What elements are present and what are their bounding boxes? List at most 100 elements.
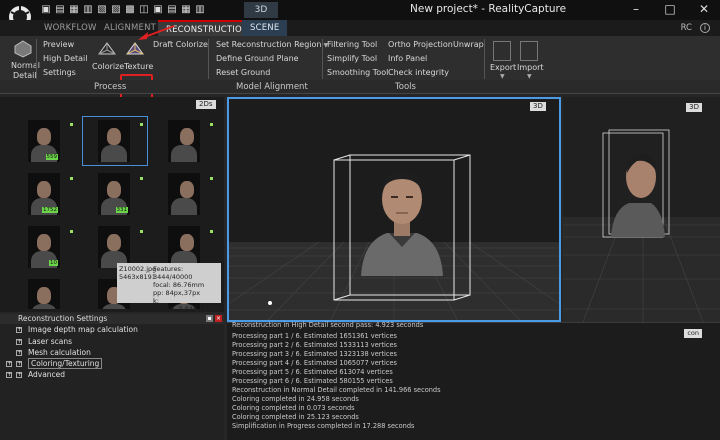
thumb-feature-badge: 10: [49, 260, 58, 266]
minimize-icon[interactable]: –: [628, 2, 644, 16]
image-thumb[interactable]: [168, 173, 200, 215]
expand-icon[interactable]: +: [6, 372, 12, 378]
thumb-feature-badge: 1752: [42, 207, 58, 213]
console-line: Processing part 4 / 6. Estimated 1065077…: [232, 359, 397, 367]
layout-4-icon[interactable]: ▨: [110, 4, 122, 16]
export-dropdown-icon[interactable]: ▼: [500, 73, 505, 80]
set-region-button[interactable]: Set Reconstruction Region ▼: [216, 40, 328, 49]
expand-icon[interactable]: +: [16, 350, 22, 356]
layout-1-icon[interactable]: ▦: [68, 4, 80, 16]
image-thumb[interactable]: 10: [28, 226, 60, 268]
simplify-tool-button[interactable]: Simplify Tool: [327, 54, 377, 63]
tooltip-pp: pp: 84px,37px: [153, 289, 201, 297]
user-initials[interactable]: RC: [681, 23, 692, 33]
layout-5-icon[interactable]: ▩: [124, 4, 136, 16]
expand-icon[interactable]: +: [16, 327, 22, 333]
console-line: Reconstruction in High Detail second pas…: [232, 321, 424, 329]
import-icon[interactable]: [520, 41, 538, 61]
settings-row[interactable]: + Laser scans: [10, 337, 72, 347]
colorize-icon[interactable]: [96, 40, 118, 60]
smoothing-tool-button[interactable]: Smoothing Tool: [327, 68, 388, 77]
gizmo-point[interactable]: [268, 301, 272, 305]
reconstruction-region-box[interactable]: [332, 154, 472, 314]
image-thumb[interactable]: [168, 120, 200, 162]
console-line: Coloring completed in 24.958 seconds: [232, 395, 359, 403]
import-button[interactable]: Import: [517, 63, 544, 72]
export-icon[interactable]: [493, 41, 511, 61]
tab-workflow[interactable]: WORKFLOW: [44, 20, 97, 36]
texture-button[interactable]: Texture: [124, 62, 153, 71]
define-ground-plane-button[interactable]: Define Ground Plane: [216, 54, 299, 63]
status-dot: [70, 123, 73, 126]
layout-8-icon[interactable]: ▤: [166, 4, 178, 16]
check-integrity-button[interactable]: Check integrity: [388, 68, 449, 77]
settings-row-coloring[interactable]: + + Coloring/Texturing: [0, 358, 103, 369]
settings-row[interactable]: + Mesh calculation: [10, 348, 91, 358]
settings-row-label: Laser scans: [28, 337, 73, 346]
expand-icon[interactable]: +: [6, 361, 12, 367]
layout-7-icon[interactable]: ▣: [152, 4, 164, 16]
settings-row-label: Image depth map calculation: [28, 325, 138, 334]
export-button[interactable]: Export: [490, 63, 516, 72]
draft-colorize-button[interactable]: Draft Colorize: [153, 40, 208, 49]
save-icon[interactable]: ▣: [40, 4, 52, 16]
tooltip-image-name: Z10002.jpg: [119, 265, 157, 273]
settings-row[interactable]: + Image depth map calculation: [10, 325, 138, 335]
import-dropdown-icon[interactable]: ▼: [527, 73, 532, 80]
viewport-3d-badge[interactable]: 3D: [530, 102, 546, 111]
window-title: New project* - RealityCapture: [410, 3, 567, 15]
main-3d-viewport[interactable]: 3D: [227, 97, 561, 322]
expand-icon[interactable]: +: [16, 361, 22, 367]
image-thumb[interactable]: [168, 226, 200, 268]
filtering-tool-button[interactable]: Filtering Tool: [327, 40, 377, 49]
image-thumb[interactable]: 331: [98, 173, 130, 215]
images-2ds-badge[interactable]: 2Ds: [196, 100, 216, 109]
info-panel-button[interactable]: Info Panel: [388, 54, 427, 63]
annotation-arrow: [138, 25, 175, 40]
tooltip-focal: focal: 86.76mm: [153, 281, 205, 289]
console-line: Reconstruction in Normal Detail complete…: [232, 386, 441, 394]
close-panel-icon[interactable]: ×: [215, 315, 222, 322]
preview-button[interactable]: Preview: [43, 40, 74, 49]
expand-icon[interactable]: +: [16, 372, 22, 378]
settings-button[interactable]: Settings: [43, 68, 76, 77]
image-thumb[interactable]: [98, 120, 130, 162]
realitycapture-window: ▣ ▤ ▦ ▥ ▧ ▨ ▩ ◫ ▣ ▤ ▦ ▥ 3D New project* …: [0, 0, 720, 440]
info-icon[interactable]: i: [700, 23, 710, 33]
view-3d-tab[interactable]: 3D: [244, 2, 278, 18]
high-detail-button[interactable]: High Detail: [43, 54, 88, 63]
open-icon[interactable]: ▤: [54, 4, 66, 16]
close-icon[interactable]: ✕: [696, 2, 712, 16]
expand-icon[interactable]: +: [16, 339, 22, 345]
maximize-icon[interactable]: □: [662, 2, 678, 16]
reset-ground-button[interactable]: Reset Ground: [216, 68, 270, 77]
console-line: Processing part 3 / 6. Estimated 1323138…: [232, 350, 397, 358]
layout-10-icon[interactable]: ▥: [194, 4, 206, 16]
pin-icon[interactable]: ▪: [206, 315, 213, 322]
tab-scene[interactable]: SCENE: [242, 20, 288, 36]
layout-2-icon[interactable]: ▥: [82, 4, 94, 16]
secondary-3d-badge[interactable]: 3D: [686, 103, 702, 112]
colorize-button[interactable]: Colorize: [92, 62, 124, 71]
image-thumb[interactable]: [28, 279, 60, 309]
layout-9-icon[interactable]: ▦: [180, 4, 192, 16]
texture-icon[interactable]: [124, 40, 146, 60]
image-thumb[interactable]: 1752: [28, 173, 60, 215]
tooltip-features: Features: 3444/40000: [153, 265, 193, 281]
image-thumb[interactable]: [98, 226, 130, 268]
console-badge[interactable]: con: [684, 329, 702, 338]
group-model-alignment-label: Model Alignment: [236, 82, 308, 92]
layout-6-icon[interactable]: ◫: [138, 4, 150, 16]
tooltip-k: k: -3.576,-3.846,11.685: [153, 297, 222, 313]
console-line: Processing part 2 / 6. Estimated 1533113…: [232, 341, 397, 349]
secondary-3d-viewport[interactable]: 3D: [563, 97, 720, 322]
unwrap-button[interactable]: Unwrap: [453, 40, 484, 49]
ortho-projection-button[interactable]: Ortho Projection: [388, 40, 453, 49]
status-dot: [210, 230, 213, 233]
image-tooltip: Z10002.jpg 5463x8191 Features: 3444/4000…: [117, 263, 222, 313]
normal-detail-icon[interactable]: [14, 40, 32, 58]
layout-3-icon[interactable]: ▧: [96, 4, 108, 16]
image-thumb[interactable]: 559: [28, 120, 60, 162]
settings-row[interactable]: + + Advanced: [0, 370, 65, 380]
normal-detail-label-2[interactable]: Detail: [13, 71, 37, 80]
